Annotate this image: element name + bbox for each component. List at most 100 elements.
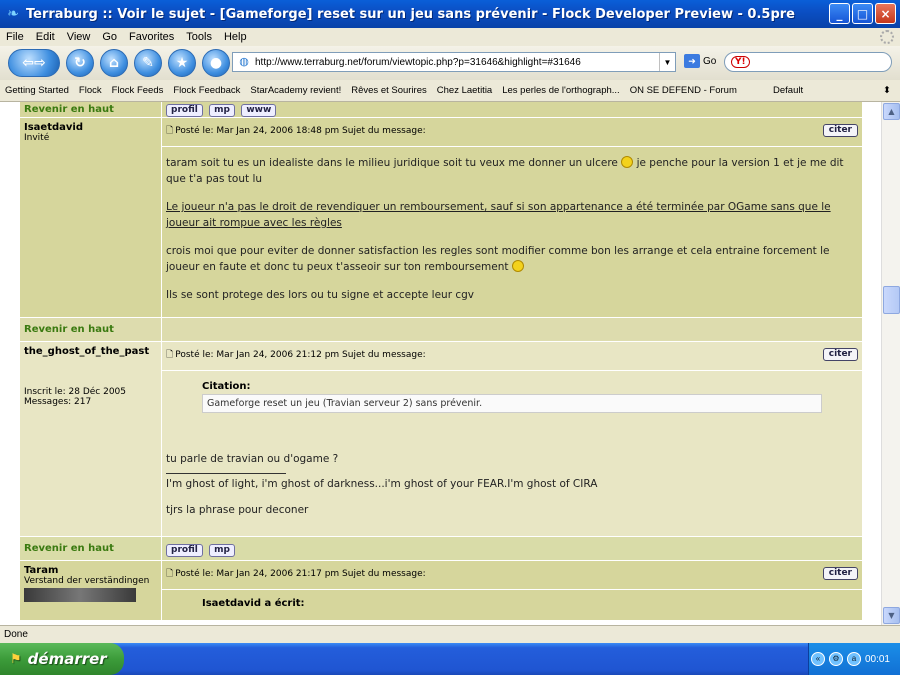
post-underlined-quote: Le joueur n'a pas le droit de revendique…: [166, 201, 831, 229]
post-header: 🗋 Posté le: Mar Jan 24, 2006 21:17 pm Su…: [166, 565, 858, 583]
www-button[interactable]: www: [241, 104, 277, 117]
address-bar[interactable]: ◍ http://www.terraburg.net/forum/viewtop…: [232, 52, 676, 72]
post-author-cell: the_ghost_of_the_past Inscrit le: 28 Déc…: [20, 342, 162, 536]
bookmark-default[interactable]: Default: [768, 85, 808, 96]
post-actions: profil mp: [162, 537, 862, 560]
bookmark-item[interactable]: Les perles de l'orthograph...: [497, 85, 624, 96]
menu-view[interactable]: View: [61, 31, 97, 43]
bookmark-item[interactable]: Chez Laetitia: [432, 85, 497, 96]
wink-smiley-icon: [511, 260, 524, 272]
revenir-cell: Revenir en haut: [20, 537, 162, 560]
star-icon[interactable]: ★: [168, 49, 196, 77]
yahoo-search-icon[interactable]: Y!: [731, 56, 750, 68]
revenir-link[interactable]: Revenir en haut: [24, 543, 114, 554]
author-rank: Verstand der verständingen: [24, 576, 150, 586]
start-button[interactable]: ⚑ démarrer: [0, 643, 124, 675]
revenir-link[interactable]: Revenir en haut: [24, 324, 114, 335]
bookmarks-more-icon[interactable]: ⬍: [878, 85, 896, 96]
post-date: Posté le: Mar Jan 24, 2006 21:12 pm Suje…: [175, 350, 426, 360]
clock[interactable]: 00:01: [865, 654, 890, 665]
quote-block: Isaetdavid a écrit:: [202, 598, 822, 609]
site-icon: ◍: [239, 56, 249, 68]
bookmark-item[interactable]: ON SE DEFEND - Forum: [625, 85, 742, 96]
post-footer-row: Revenir en haut profil mp www: [20, 102, 862, 118]
window-title: Terraburg :: Voir le sujet - [Gameforge]…: [26, 6, 795, 22]
menu-go[interactable]: Go: [96, 31, 123, 43]
signature-divider: [166, 473, 286, 474]
scrollbar-thumb[interactable]: [883, 286, 900, 314]
home-icon[interactable]: ⌂: [100, 49, 128, 77]
page-content: Revenir en haut profil mp www Isaetdavid…: [0, 102, 881, 625]
empty-cell: [162, 318, 862, 341]
mp-button[interactable]: mp: [209, 544, 235, 557]
profil-button[interactable]: profil: [166, 104, 203, 117]
maximize-button[interactable]: □: [852, 3, 873, 24]
post-body-cell: 🗋 Posté le: Mar Jan 24, 2006 21:12 pm Su…: [162, 342, 862, 536]
post-date: Posté le: Mar Jan 24, 2006 18:48 pm Suje…: [175, 126, 426, 136]
bookmark-item[interactable]: Flock Feedback: [168, 85, 245, 96]
author-rank: Invité: [24, 133, 50, 143]
citer-button[interactable]: citer: [822, 348, 858, 361]
menu-help[interactable]: Help: [218, 31, 253, 43]
bookmark-item[interactable]: StarAcademy revient!: [245, 85, 346, 96]
post: Isaetdavid Invité 🗋 Posté le: Mar Jan 24…: [20, 118, 862, 318]
signature-text: I'm ghost of light, i'm ghost of darknes…: [166, 478, 598, 490]
search-input[interactable]: Y!: [724, 52, 892, 72]
back-forward-button[interactable]: ⇦⇨: [8, 49, 60, 77]
forum-thread: Revenir en haut profil mp www Isaetdavid…: [20, 102, 862, 621]
flock-app-icon: ❧: [7, 6, 19, 22]
address-dropdown-icon[interactable]: ▼: [659, 53, 675, 71]
revenir-cell: Revenir en haut: [20, 318, 162, 341]
tray-icon[interactable]: «: [810, 652, 825, 666]
avatar: [24, 588, 136, 602]
minimize-button[interactable]: _: [829, 3, 850, 24]
bookmark-item[interactable]: Getting Started: [0, 85, 74, 96]
system-tray: « ⚙ a 00:01: [808, 643, 900, 675]
reload-icon[interactable]: ↻: [66, 49, 94, 77]
throbber-icon: [880, 30, 894, 44]
citer-button[interactable]: citer: [822, 124, 858, 137]
profil-button[interactable]: profil: [166, 544, 203, 557]
post-author[interactable]: Taram: [24, 565, 157, 576]
status-text: Done: [4, 629, 28, 640]
close-button[interactable]: ×: [875, 3, 896, 24]
post-author[interactable]: the_ghost_of_the_past: [24, 346, 157, 357]
post-author[interactable]: Isaetdavid: [24, 122, 157, 133]
quote-block: Citation: Gameforge reset un jeu (Travia…: [202, 381, 822, 413]
post-date: Posté le: Mar Jan 24, 2006 21:17 pm Suje…: [175, 569, 426, 579]
scroll-up-icon[interactable]: ▲: [883, 103, 900, 120]
mp-button[interactable]: mp: [209, 104, 235, 117]
network-icon[interactable]: ⚙: [828, 652, 843, 666]
author-inscrit: Inscrit le: 28 Déc 2005: [24, 387, 127, 397]
post: the_ghost_of_the_past Inscrit le: 28 Déc…: [20, 342, 862, 537]
post: Taram Verstand der verständingen 🗋 Posté…: [20, 561, 862, 621]
signature-text: tjrs la phrase pour deconer: [166, 504, 309, 516]
post-author-cell: Isaetdavid Invité: [20, 118, 162, 317]
post-body-cell: 🗋 Posté le: Mar Jan 24, 2006 21:17 pm Su…: [162, 561, 862, 620]
menu-file[interactable]: File: [0, 31, 30, 43]
url-text[interactable]: http://www.terraburg.net/forum/viewtopic…: [255, 57, 659, 68]
go-button[interactable]: ➜ Go: [684, 54, 716, 68]
share-icon[interactable]: ●: [202, 49, 230, 77]
post-author-cell: Taram Verstand der verständingen: [20, 561, 162, 620]
antivirus-icon[interactable]: a: [846, 652, 861, 666]
menu-edit[interactable]: Edit: [30, 31, 61, 43]
post-header: 🗋 Posté le: Mar Jan 24, 2006 21:12 pm Su…: [166, 346, 858, 364]
quote-body: Gameforge reset un jeu (Travian serveur …: [202, 394, 822, 413]
divider: [162, 146, 862, 147]
post-icon: 🗋: [166, 569, 174, 579]
bookmark-item[interactable]: Flock: [74, 85, 107, 96]
post-footer-row: Revenir en haut: [20, 318, 862, 342]
status-bar: Done: [0, 625, 900, 643]
taskbar: ⚑ démarrer « ⚙ a 00:01: [0, 643, 900, 675]
scroll-down-icon[interactable]: ▼: [883, 607, 900, 624]
divider: [162, 370, 862, 371]
bookmark-item[interactable]: Flock Feeds: [107, 85, 169, 96]
vertical-scrollbar[interactable]: ▲ ▼: [881, 102, 900, 625]
edit-icon[interactable]: ✎: [134, 49, 162, 77]
menu-tools[interactable]: Tools: [180, 31, 218, 43]
citer-button[interactable]: citer: [822, 567, 858, 580]
revenir-link[interactable]: Revenir en haut: [24, 104, 114, 115]
menu-favorites[interactable]: Favorites: [123, 31, 180, 43]
bookmark-item[interactable]: Rêves et Sourires: [346, 85, 432, 96]
